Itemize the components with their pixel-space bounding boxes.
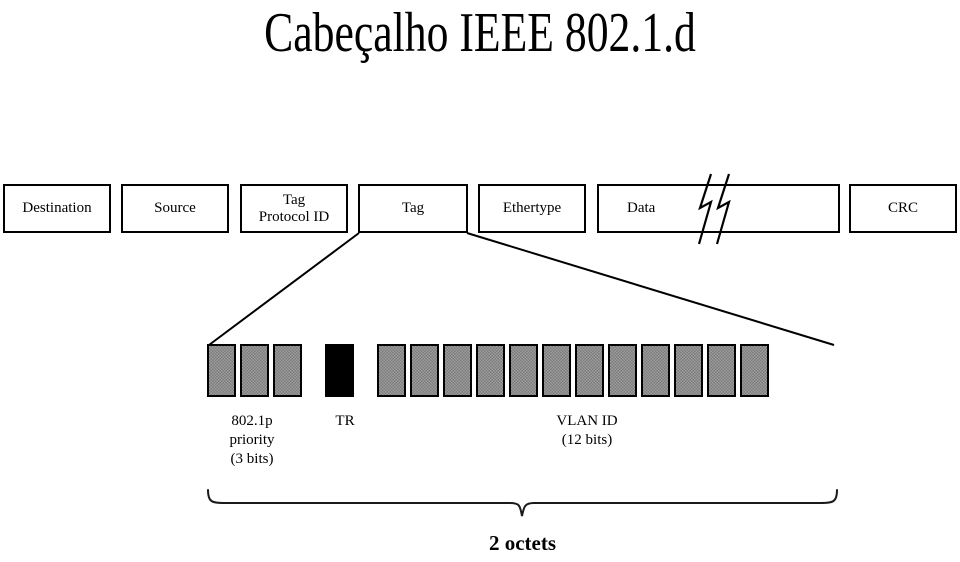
frame-field-ethertype: Ethertype [478, 184, 586, 233]
frame-field-label: Tag Protocol ID [258, 191, 330, 225]
bit-cell-vlan_id [740, 344, 769, 397]
frame-field-label: Data [627, 200, 656, 216]
bit-cell-vlan_id [542, 344, 571, 397]
bit-cell-vlan_id [443, 344, 472, 397]
tag-bit-cell-row [207, 344, 773, 397]
bit-cell-vlan_id [641, 344, 670, 397]
frame-field-data: Data [597, 184, 840, 233]
bit-cell-priority [240, 344, 269, 397]
bit-group-caption-priority: 802.1p priority (3 bits) [229, 413, 275, 467]
bit-cell-tr [325, 344, 354, 397]
bit-cell-vlan_id [707, 344, 736, 397]
bit-cell-priority [207, 344, 236, 397]
slide-canvas: Cabeçalho IEEE 802.1.d Destination Sourc… [0, 0, 960, 562]
bit-cell-vlan_id [674, 344, 703, 397]
frame-field-tag-protocol-id: Tag Protocol ID [240, 184, 348, 233]
bit-cell-priority [273, 344, 302, 397]
frame-field-label: Tag [401, 200, 425, 216]
bit-cell-vlan_id [509, 344, 538, 397]
bit-cell-vlan_id [608, 344, 637, 397]
expansion-callout-lines [208, 232, 835, 346]
frame-field-destination: Destination [3, 184, 111, 233]
bit-group-caption-tr: TR [335, 413, 355, 429]
frame-field-tag: Tag [358, 184, 468, 233]
frame-field-label: Destination [22, 200, 92, 216]
bit-cell-vlan_id [575, 344, 604, 397]
bit-group-caption-vlan-id: VLAN ID (12 bits) [556, 413, 618, 448]
bit-cell-vlan_id [377, 344, 406, 397]
frame-field-crc: CRC [849, 184, 957, 233]
frame-field-label: Source [154, 200, 196, 216]
frame-field-source: Source [121, 184, 229, 233]
span-brace [207, 489, 838, 517]
frame-field-label: Ethertype [502, 200, 562, 216]
frame-field-label: CRC [887, 200, 918, 216]
bit-cell-vlan_id [410, 344, 439, 397]
octets-size-label: 2 octets [488, 531, 557, 555]
bit-cell-vlan_id [476, 344, 505, 397]
page-title: Cabeçalho IEEE 802.1.d [264, 2, 696, 64]
